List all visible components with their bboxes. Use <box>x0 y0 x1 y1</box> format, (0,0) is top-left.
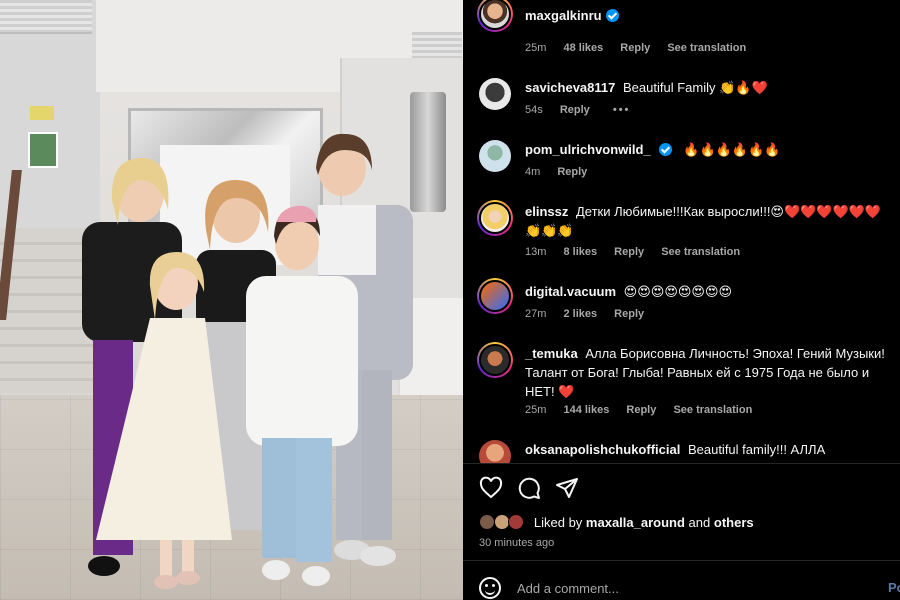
comment-time: 4m <box>525 166 541 178</box>
comments-pane: maxgalkinru 25m 48 likes Reply See trans… <box>463 0 900 600</box>
liked-by-prefix: Liked by <box>533 515 583 530</box>
comment-reply-button[interactable]: Reply <box>557 166 587 178</box>
liker-avatar <box>493 514 510 530</box>
commenter-avatar[interactable] <box>479 78 511 110</box>
caption-time: 25m <box>525 42 547 54</box>
commenter-avatar[interactable] <box>477 342 513 378</box>
verified-badge-icon <box>605 9 619 22</box>
commenter-username[interactable]: oksanapolishchukofficial <box>525 442 680 457</box>
liker-avatar <box>479 514 495 530</box>
comment-text: Beautiful Family 👏🔥❤️ <box>623 80 768 95</box>
comment-time: 13m <box>525 246 547 258</box>
commenter-avatar[interactable] <box>477 200 513 236</box>
commenter-avatar[interactable] <box>479 440 511 463</box>
commenter-username[interactable]: savicheva8117 <box>525 80 615 95</box>
comment-text: 😍😍😍😍😍😍😍😍 <box>623 284 733 299</box>
comment-text: Алла Борисовна Личность! Эпоха! Гений Му… <box>525 346 885 399</box>
comment-text: 🔥🔥🔥🔥🔥🔥 <box>683 142 781 157</box>
comment-time: 27m <box>525 308 547 320</box>
caption-likes[interactable]: 48 likes <box>563 42 603 54</box>
comment-reply-button[interactable]: Reply <box>626 404 656 416</box>
author-avatar[interactable] <box>477 0 513 32</box>
commenter-username[interactable]: digital.vacuum <box>525 284 616 299</box>
comment-text: Детки Любимые!!!Как выросли!!!😍❤️❤️❤️❤️❤… <box>525 204 882 238</box>
comment-item: oksanapolishchukofficial Beautiful famil… <box>463 440 900 463</box>
liked-by-others[interactable]: others <box>714 515 754 530</box>
comment-meta: 13m 8 likes Reply See translation <box>525 246 754 258</box>
liked-by-username[interactable]: maxalla_around <box>586 515 685 530</box>
post-timestamp[interactable]: 30 minutes ago <box>479 537 554 549</box>
divider <box>463 463 900 464</box>
comment-reply-button[interactable]: Reply <box>614 308 644 320</box>
author-username-text[interactable]: maxgalkinru <box>525 8 602 23</box>
caption-meta: 25m 48 likes Reply See translation <box>525 42 760 54</box>
commenter-avatar[interactable] <box>477 278 513 314</box>
commenter-username[interactable]: elinssz <box>525 204 568 219</box>
emoji-icon[interactable] <box>479 577 501 599</box>
comment-likes[interactable]: 2 likes <box>563 308 597 320</box>
liked-by[interactable]: Liked by maxalla_around and others <box>479 514 754 530</box>
commenter-username[interactable]: pom_ulrichvonwild_ <box>525 142 651 157</box>
caption-reply-button[interactable]: Reply <box>620 42 650 54</box>
add-comment-bar: Po <box>479 577 900 599</box>
caption-translate-button[interactable]: See translation <box>667 42 746 54</box>
comment-meta: 27m 2 likes Reply <box>525 308 658 320</box>
comment-text: Beautiful family!!! АЛЛА <box>687 442 826 457</box>
commenter-avatar[interactable] <box>479 140 511 172</box>
liker-avatar <box>508 514 525 530</box>
comment-likes[interactable]: 8 likes <box>563 246 597 258</box>
comment-translate-button[interactable]: See translation <box>661 246 740 258</box>
comment-likes[interactable]: 144 likes <box>563 404 609 416</box>
share-icon[interactable] <box>555 476 579 500</box>
family-figures <box>82 133 413 589</box>
comment-time: 25m <box>525 404 547 416</box>
comment-translate-button[interactable]: See translation <box>673 404 752 416</box>
comment-meta: 54s Reply ••• <box>525 104 644 116</box>
comment-time: 54s <box>525 104 543 116</box>
comment-meta: 4m Reply <box>525 166 601 178</box>
comment-reply-button[interactable]: Reply <box>614 246 644 258</box>
post-header: maxgalkinru <box>463 0 900 34</box>
comment-input[interactable] <box>517 578 847 598</box>
commenter-username[interactable]: _temuka <box>525 346 578 361</box>
post-photo[interactable] <box>0 0 463 600</box>
comment-icon[interactable] <box>517 476 541 500</box>
author-username[interactable]: maxgalkinru <box>525 8 619 23</box>
more-options-icon[interactable]: ••• <box>613 104 631 116</box>
liked-by-joiner: and <box>688 515 711 530</box>
comment-reply-button[interactable]: Reply <box>560 104 590 116</box>
divider <box>463 560 900 561</box>
post-comment-button[interactable]: Po <box>888 580 900 595</box>
heart-icon[interactable] <box>479 476 503 500</box>
comment-meta: 25m 144 likes Reply See translation <box>525 404 766 416</box>
verified-badge-icon <box>658 143 672 156</box>
